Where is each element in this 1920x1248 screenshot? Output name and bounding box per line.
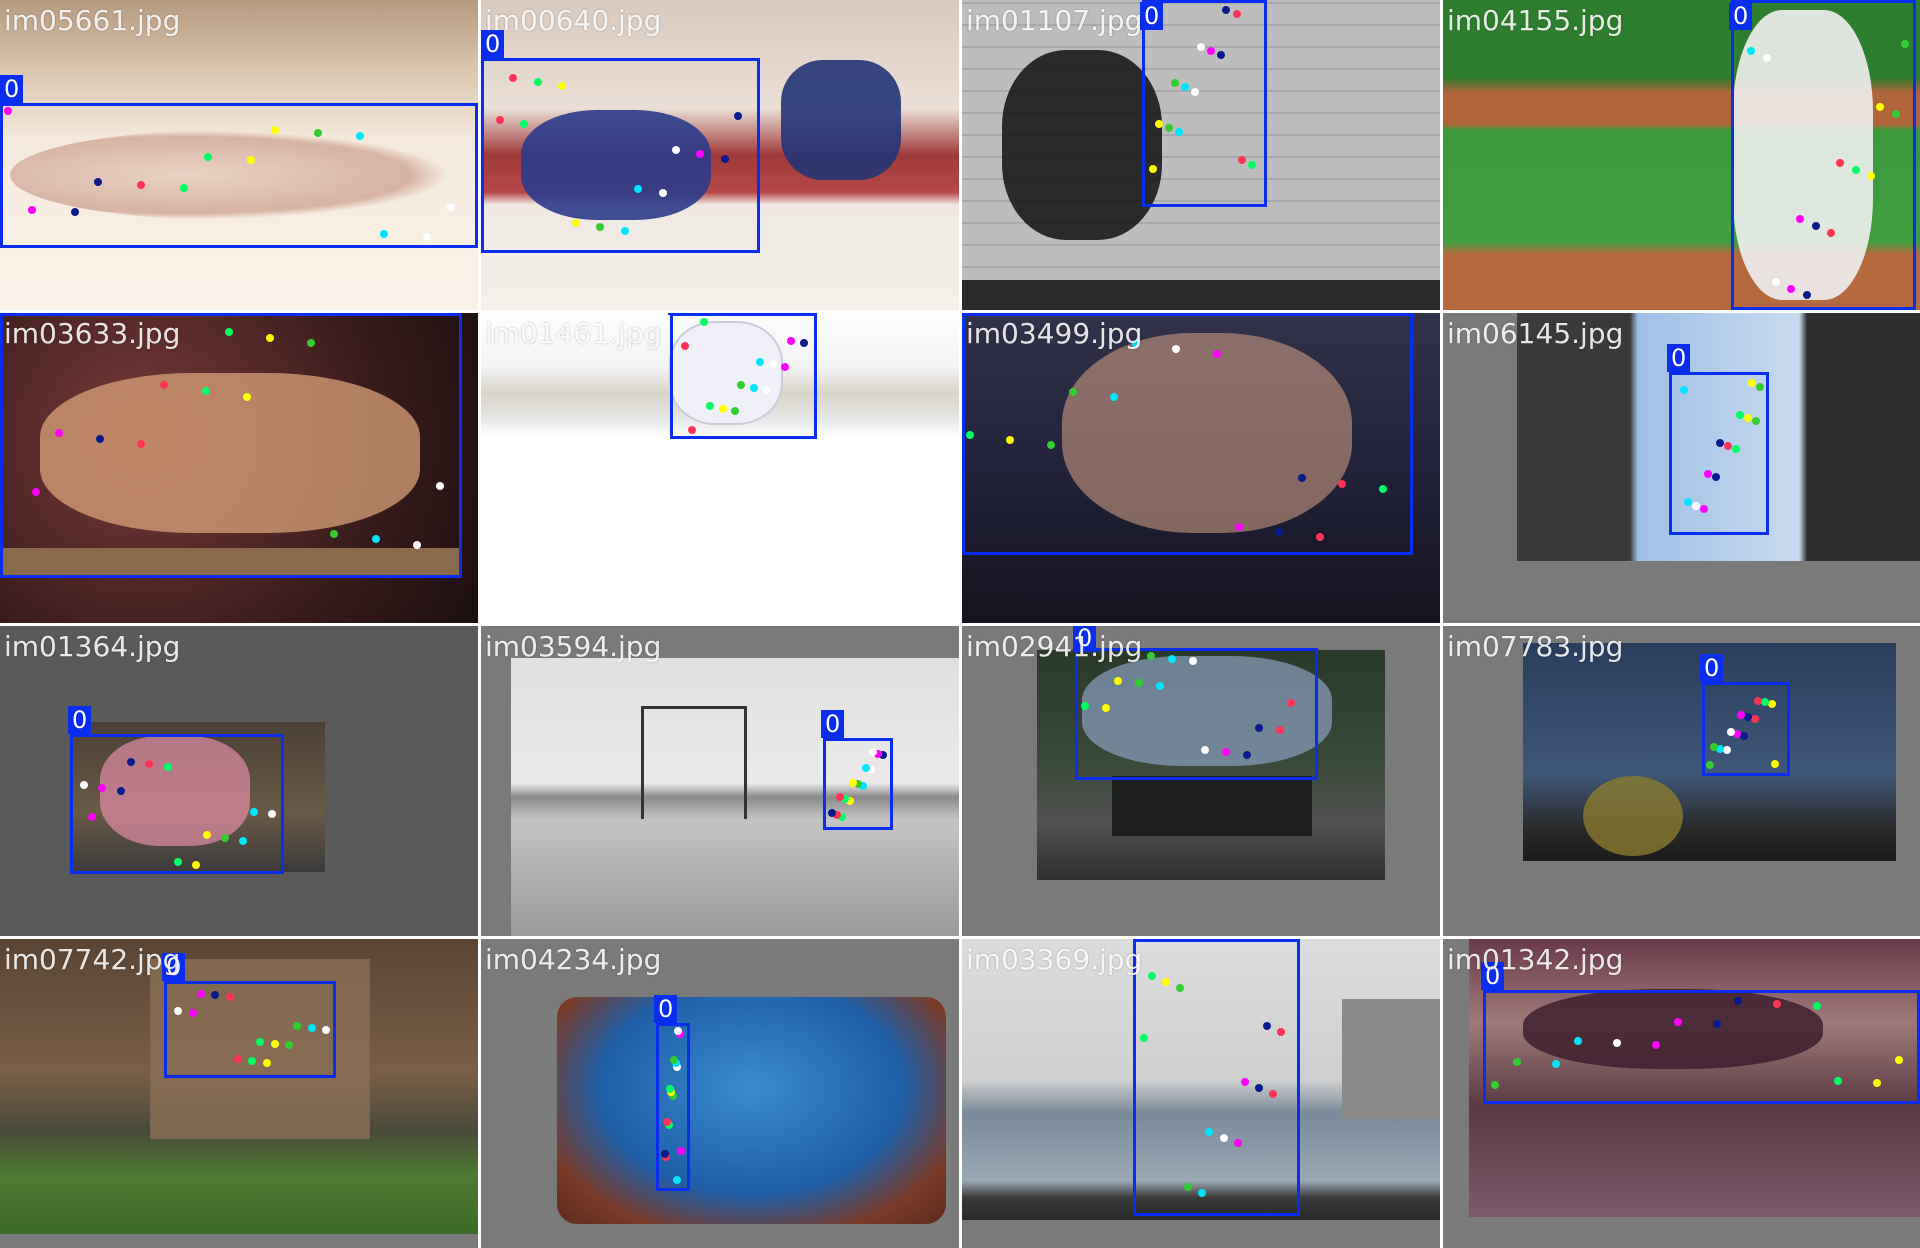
tile-2-gymnast-right xyxy=(781,60,901,180)
tile-2-filename: im00640.jpg xyxy=(485,4,662,37)
tile-1-filename: im05661.jpg xyxy=(4,4,181,37)
tile-11-bbox xyxy=(1075,648,1318,780)
tile-15-filename: im03369.jpg xyxy=(966,943,1143,976)
tile-8[interactable]: 0 im06145.jpg xyxy=(1443,313,1920,623)
tile-4-class-label: 0 xyxy=(1729,2,1753,30)
tile-12-bbox xyxy=(1702,682,1790,776)
tile-4[interactable]: 0 im04155.jpg xyxy=(1443,0,1920,310)
tile-16-filename: im01342.jpg xyxy=(1447,943,1624,976)
tile-16[interactable]: 0 im01342.jpg xyxy=(1443,939,1920,1248)
tile-14-bbox xyxy=(656,1023,690,1191)
tile-14-filename: im04234.jpg xyxy=(485,943,662,976)
tile-1-bbox xyxy=(0,103,478,248)
tile-10-class-label: 0 xyxy=(821,710,845,738)
tile-10-bbox xyxy=(823,738,893,830)
tile-13[interactable]: 0 im07742.jpg xyxy=(0,939,478,1248)
tile-8-filename: im06145.jpg xyxy=(1447,317,1624,350)
tile-3-shadow xyxy=(1002,50,1162,240)
tile-3-filename: im01107.jpg xyxy=(966,4,1143,37)
tile-4-bbox xyxy=(1731,0,1916,310)
tile-3-class-label: 0 xyxy=(1140,2,1164,30)
tile-3-ground xyxy=(962,280,1440,310)
tile-15[interactable]: 0 im03369.jpg xyxy=(962,939,1440,1248)
tile-11-filename: im02941.jpg xyxy=(966,630,1143,663)
tile-5-filename: im03633.jpg xyxy=(4,317,181,350)
tile-10-filename: im03594.jpg xyxy=(485,630,662,663)
tile-15-buildings xyxy=(1342,999,1440,1119)
tile-7[interactable]: 0 im03499.jpg xyxy=(962,313,1440,623)
tile-7-filename: im03499.jpg xyxy=(966,317,1143,350)
tile-9[interactable]: 0 im01364.jpg xyxy=(0,626,478,936)
tile-5-bbox xyxy=(0,313,462,578)
tile-12-tree xyxy=(1583,776,1683,856)
tile-15-bbox xyxy=(1133,939,1300,1216)
tile-8-class-label: 0 xyxy=(1667,344,1691,372)
tile-1-class-label: 0 xyxy=(0,75,24,103)
tile-4-filename: im04155.jpg xyxy=(1447,4,1624,37)
tile-11[interactable]: 0 im02941.jpg xyxy=(962,626,1440,936)
tile-12-filename: im07783.jpg xyxy=(1447,630,1624,663)
tile-14[interactable]: 0 im04234.jpg xyxy=(481,939,959,1248)
tile-6-filename: im01461.jpg xyxy=(485,317,662,350)
tile-13-bbox xyxy=(164,981,336,1078)
tile-6-class-label: 0 xyxy=(668,313,692,315)
tile-10-swingset xyxy=(641,706,747,819)
tile-3[interactable]: 0 im01107.jpg xyxy=(962,0,1440,310)
tile-9-class-label: 0 xyxy=(68,706,92,734)
tile-5[interactable]: 0 im03633.jpg xyxy=(0,313,478,623)
tile-6[interactable]: 0 im01461.jpg xyxy=(481,313,959,623)
tile-2[interactable]: 0 im00640.jpg xyxy=(481,0,959,310)
tile-14-class-label: 0 xyxy=(654,995,678,1023)
tile-2-bbox xyxy=(481,58,760,253)
tile-14-photo xyxy=(557,997,946,1224)
tile-16-bbox xyxy=(1483,990,1920,1104)
tile-1[interactable]: 0 im05661.jpg xyxy=(0,0,478,310)
tile-6-bbox xyxy=(670,313,817,439)
tile-8-bbox xyxy=(1669,372,1769,535)
tile-11-table xyxy=(1112,776,1312,836)
tile-9-bbox xyxy=(70,734,284,874)
tile-10[interactable]: 0 im03594.jpg xyxy=(481,626,959,936)
tile-12[interactable]: 0 im07783.jpg xyxy=(1443,626,1920,936)
tile-12-class-label: 0 xyxy=(1700,654,1724,682)
tile-13-filename: im07742.jpg xyxy=(4,943,181,976)
tile-3-bbox xyxy=(1142,0,1267,207)
tile-9-filename: im01364.jpg xyxy=(4,630,181,663)
